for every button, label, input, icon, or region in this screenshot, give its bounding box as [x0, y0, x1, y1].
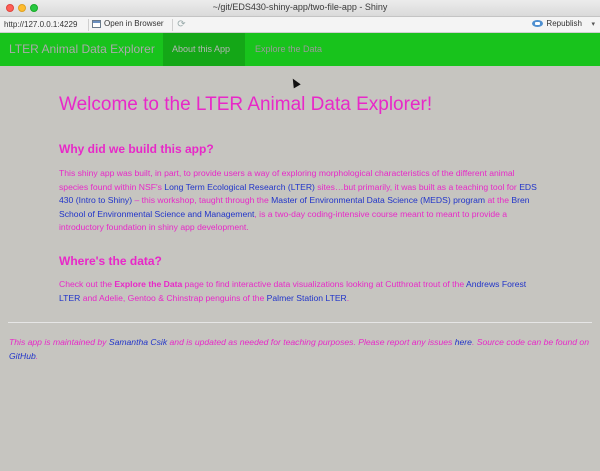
refresh-icon[interactable]: ⟳	[176, 19, 187, 30]
republish-label: Republish	[546, 19, 582, 28]
section-heading: Where's the data?	[59, 254, 162, 268]
section-where: Where's the data? Check out the Explore …	[59, 254, 539, 305]
palmer-station-link[interactable]: Palmer Station LTER	[267, 293, 347, 303]
footer-note: This app is maintained by Samantha Csik …	[9, 337, 589, 361]
toolbar-divider	[172, 19, 173, 31]
open-in-browser-button[interactable]: Open in Browser	[92, 19, 164, 28]
section-why: Why did we build this app? This shiny ap…	[59, 142, 539, 235]
github-link[interactable]: GitHub	[9, 351, 36, 361]
section-heading: Why did we build this app?	[59, 142, 214, 156]
open-in-browser-label: Open in Browser	[104, 19, 164, 28]
divider	[8, 322, 592, 323]
navbar-brand[interactable]: LTER Animal Data Explorer	[9, 42, 155, 56]
section-paragraph: Check out the Explore the Data page to f…	[59, 279, 527, 303]
app-navbar: LTER Animal Data Explorer About this App…	[0, 33, 600, 66]
window-titlebar: ~/git/EDS430-shiny-app/two-file-app - Sh…	[0, 0, 600, 17]
lter-link[interactable]: Long Term Ecological Research (LTER)	[164, 182, 315, 192]
author-link[interactable]: Samantha Csik	[109, 337, 167, 347]
republish-button[interactable]: Republish	[532, 19, 582, 28]
issues-link[interactable]: here	[455, 337, 472, 347]
tab-explore-the-data[interactable]: Explore the Data	[246, 33, 331, 66]
publish-icon	[532, 19, 544, 28]
explore-the-data-text: Explore the Data	[114, 279, 183, 289]
url-display[interactable]: http://127.0.0.1:4229	[4, 20, 77, 29]
page-body: Welcome to the LTER Animal Data Explorer…	[0, 66, 600, 471]
tab-about-this-app[interactable]: About this App	[163, 33, 245, 66]
toolbar-divider	[88, 19, 89, 31]
window-title: ~/git/EDS430-shiny-app/two-file-app - Sh…	[212, 2, 388, 12]
browser-window-icon	[92, 19, 101, 28]
section-paragraph: This shiny app was built, in part, to pr…	[59, 168, 537, 233]
page-title: Welcome to the LTER Animal Data Explorer…	[59, 94, 433, 115]
meds-program-link[interactable]: Master of Environmental Data Science (ME…	[271, 195, 485, 205]
viewer-toolbar: http://127.0.0.1:4229 Open in Browser ⟳ …	[0, 17, 600, 33]
chevron-down-icon[interactable]: ▾	[591, 20, 595, 28]
